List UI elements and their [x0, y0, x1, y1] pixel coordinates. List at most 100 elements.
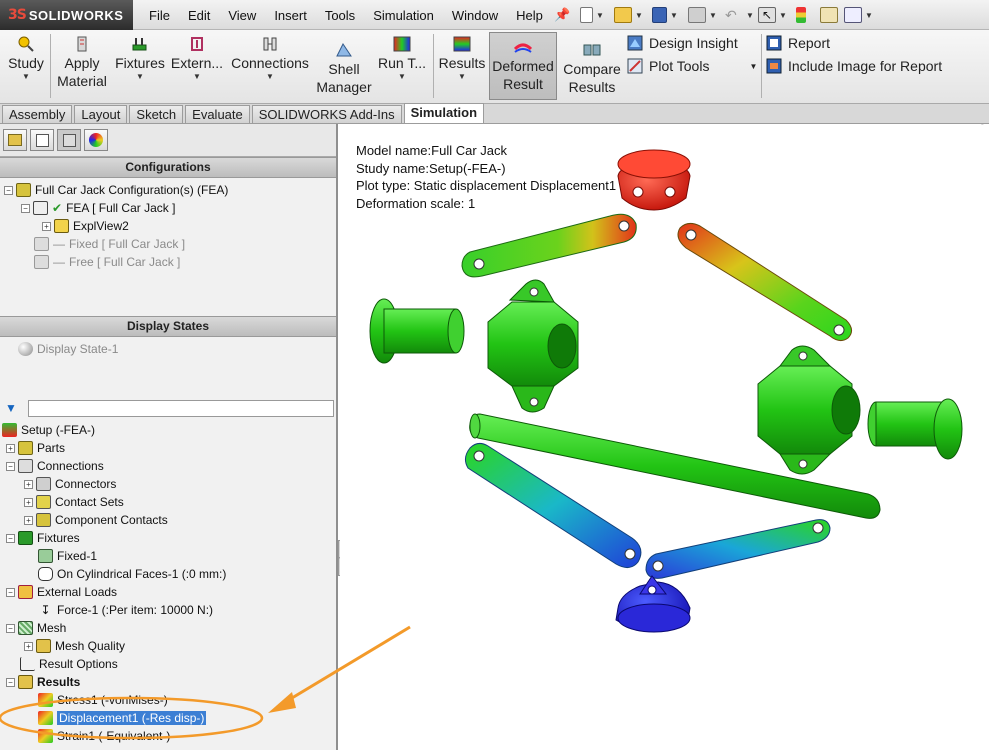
tree-component-contacts[interactable]: + Component Contacts	[2, 511, 336, 529]
expand-icon[interactable]: +	[24, 641, 33, 651]
plot-tools-button[interactable]: Plot Tools ▼	[627, 58, 757, 74]
feature-manager-tab[interactable]	[3, 129, 27, 151]
design-insight-button[interactable]: Design Insight	[627, 35, 738, 51]
tree-result-options[interactable]: Result Options	[2, 655, 336, 673]
lower-right-arm-part[interactable]	[645, 519, 831, 579]
menu-tools[interactable]: Tools	[316, 8, 364, 23]
collapse-icon[interactable]: −	[21, 203, 30, 213]
connections-dropdown-icon[interactable]: ▼	[230, 72, 310, 82]
menu-edit[interactable]: Edit	[179, 8, 219, 23]
expand-icon[interactable]: +	[6, 443, 15, 453]
options-button[interactable]: ▼	[844, 5, 873, 25]
config-root[interactable]: − Full Car Jack Configuration(s) (FEA)	[4, 181, 336, 199]
study-button[interactable]: Study ▼	[6, 36, 46, 82]
plot-tools-dropdown-icon[interactable]: ▼	[749, 62, 757, 71]
config-fixed[interactable]: — Fixed [ Full Car Jack ]	[4, 235, 336, 253]
expand-icon[interactable]: +	[42, 221, 51, 231]
tree-on-cylindrical-faces[interactable]: On Cylindrical Faces-1 (:0 mm:)	[2, 565, 336, 583]
jack-base-part[interactable]	[615, 575, 691, 633]
run-dropdown-icon[interactable]: ▼	[378, 72, 426, 82]
collapse-icon[interactable]: −	[6, 623, 15, 633]
collapse-icon[interactable]: −	[6, 461, 15, 471]
configuration-manager-tab[interactable]	[57, 129, 81, 151]
property-manager-tab[interactable]	[30, 129, 54, 151]
pin-icon[interactable]: 📌	[554, 7, 570, 23]
config-free[interactable]: — Free [ Full Car Jack ]	[4, 253, 336, 271]
apply-material-button[interactable]: Apply Material	[56, 36, 108, 90]
tree-strain-1[interactable]: Strain1 (-Equivalent-)	[2, 727, 336, 745]
open-button[interactable]: ▼	[614, 5, 643, 25]
menu-help[interactable]: Help	[507, 8, 552, 23]
left-pin-part[interactable]	[369, 298, 465, 364]
expand-icon[interactable]: +	[24, 497, 33, 507]
expand-icon[interactable]: +	[24, 515, 33, 525]
shell-manager-button[interactable]: Shell Manager	[316, 42, 372, 96]
left-block-part[interactable]	[487, 279, 579, 413]
filter-input[interactable]	[28, 400, 334, 417]
results-dropdown-icon[interactable]: ▼	[438, 72, 486, 82]
collapse-icon[interactable]: −	[6, 587, 15, 597]
save-button[interactable]: ▼	[652, 5, 678, 25]
file-properties-button[interactable]	[820, 5, 838, 25]
jack-saddle-part[interactable]	[617, 149, 691, 211]
right-pin-part[interactable]	[867, 398, 963, 460]
tab-simulation[interactable]: Simulation	[403, 103, 485, 123]
right-block-part[interactable]	[757, 345, 861, 475]
tree-mesh-quality[interactable]: + Mesh Quality	[2, 637, 336, 655]
new-document-button[interactable]: ▼	[580, 5, 604, 25]
deformed-result-button[interactable]: Deformed Result	[489, 32, 557, 100]
solidworks-logo[interactable]: 3S SOLIDWORKS	[0, 0, 133, 30]
collapse-icon[interactable]: −	[6, 533, 15, 543]
config-fea[interactable]: − ✔ FEA [ Full Car Jack ]	[4, 199, 336, 217]
tree-connectors[interactable]: + Connectors	[2, 475, 336, 493]
config-explview[interactable]: + ExplView2	[4, 217, 336, 235]
fixtures-button[interactable]: Fixtures ▼	[114, 36, 166, 82]
tab-sketch[interactable]: Sketch	[129, 105, 184, 123]
display-state-item[interactable]: Display State-1	[18, 340, 336, 358]
collapse-icon[interactable]: −	[6, 677, 15, 687]
report-button[interactable]: Report	[766, 35, 830, 51]
fixtures-dropdown-icon[interactable]: ▼	[114, 72, 166, 82]
run-button[interactable]: Run T... ▼	[378, 36, 426, 82]
tree-results[interactable]: − Results	[2, 673, 336, 691]
menu-simulation[interactable]: Simulation	[364, 8, 443, 23]
graphics-area[interactable]: ⊗ Model name:Full Car Jack Study name:Se…	[340, 124, 989, 750]
tree-fixtures[interactable]: − Fixtures	[2, 529, 336, 547]
menu-window[interactable]: Window	[443, 8, 507, 23]
upper-left-arm-part[interactable]	[461, 213, 637, 278]
tab-solidworks-addins[interactable]: SOLIDWORKS Add-Ins	[251, 105, 402, 123]
menu-view[interactable]: View	[219, 8, 265, 23]
tree-contact-sets[interactable]: + Contact Sets	[2, 493, 336, 511]
compare-results-button[interactable]: Compare Results	[560, 42, 624, 96]
tree-external-loads[interactable]: − External Loads	[2, 583, 336, 601]
tree-force-1[interactable]: ↧ Force-1 (:Per item: 10000 N:)	[2, 601, 336, 619]
study-setup[interactable]: Setup (-FEA-)	[2, 421, 336, 439]
rebuild-button[interactable]	[796, 5, 806, 25]
tree-stress-1[interactable]: Stress1 (-vonMises-)	[2, 691, 336, 709]
tree-parts[interactable]: + Parts	[2, 439, 336, 457]
tab-layout[interactable]: Layout	[74, 105, 128, 123]
display-manager-tab[interactable]	[84, 129, 108, 151]
filter-icon[interactable]: ▼	[5, 401, 17, 415]
print-button[interactable]: ▼	[688, 5, 717, 25]
expand-icon[interactable]: +	[24, 479, 33, 489]
connections-button[interactable]: Connections ▼	[230, 36, 310, 82]
tab-evaluate[interactable]: Evaluate	[185, 105, 250, 123]
tree-displacement-1[interactable]: Displacement1 (-Res disp-)	[2, 709, 336, 727]
menu-insert[interactable]: Insert	[265, 8, 316, 23]
select-button[interactable]: ↖ ▼	[758, 5, 787, 25]
include-image-button[interactable]: Include Image for Report	[766, 58, 942, 74]
external-loads-button[interactable]: Extern... ▼	[170, 36, 224, 82]
tree-mesh[interactable]: − Mesh	[2, 619, 336, 637]
tree-connections[interactable]: − Connections	[2, 457, 336, 475]
results-button[interactable]: Results ▼	[438, 36, 486, 82]
study-dropdown-icon[interactable]: ▼	[6, 72, 46, 82]
model-viewport[interactable]	[340, 124, 989, 750]
external-loads-dropdown-icon[interactable]: ▼	[170, 72, 224, 82]
collapse-icon[interactable]: −	[4, 185, 13, 195]
tree-fixed-1[interactable]: Fixed-1	[2, 547, 336, 565]
undo-button[interactable]: ↶ ▼	[725, 5, 754, 25]
upper-right-arm-part[interactable]	[677, 222, 852, 342]
tab-assembly[interactable]: Assembly	[2, 105, 73, 123]
menu-file[interactable]: File	[140, 8, 179, 23]
